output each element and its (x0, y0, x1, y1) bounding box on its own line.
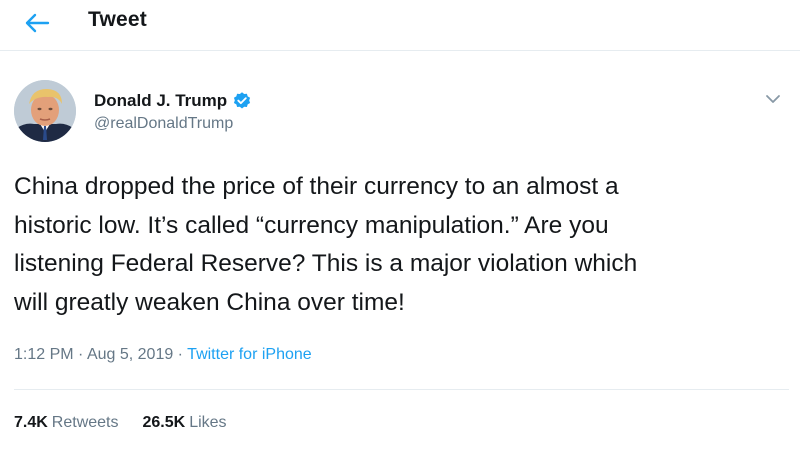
chevron-down-icon (766, 95, 780, 103)
meta-separator: · (173, 346, 188, 363)
arrow-left-icon (25, 13, 50, 33)
user-handle[interactable]: @realDonaldTrump (94, 115, 252, 133)
tweet-page: Tweet Donald J. Trump @realDonaldTrump C… (0, 0, 800, 450)
tweet-stats: 7.4K Retweets 26.5K Likes (14, 414, 251, 432)
meta-separator: · (73, 346, 87, 363)
header-bar: Tweet (0, 0, 800, 51)
back-button[interactable] (20, 6, 54, 40)
name-row: Donald J. Trump (94, 90, 252, 112)
page-title: Tweet (88, 8, 147, 31)
retweets-label: Retweets (51, 414, 119, 431)
retweets-count: 7.4K (14, 414, 48, 431)
tweet-date: Aug 5, 2019 (86, 346, 174, 363)
likes-label: Likes (189, 414, 227, 431)
more-options-button[interactable] (760, 86, 786, 112)
tweet-meta: 1:12 PM · Aug 5, 2019 · Twitter for iPho… (14, 346, 312, 364)
profile-photo (14, 80, 76, 142)
display-name[interactable]: Donald J. Trump (94, 91, 227, 111)
verified-badge-icon (232, 91, 252, 111)
retweets-stat[interactable]: 7.4K Retweets (14, 414, 119, 432)
author-block: Donald J. Trump @realDonaldTrump (94, 90, 252, 133)
tweet-text: China dropped the price of their currenc… (14, 173, 638, 316)
likes-stat[interactable]: 26.5K Likes (143, 414, 227, 432)
avatar[interactable] (14, 80, 76, 142)
likes-count: 26.5K (142, 414, 186, 431)
tweet-time: 1:12 PM (14, 346, 74, 363)
divider (14, 389, 789, 390)
tweet-source-link[interactable]: Twitter for iPhone (187, 346, 312, 363)
